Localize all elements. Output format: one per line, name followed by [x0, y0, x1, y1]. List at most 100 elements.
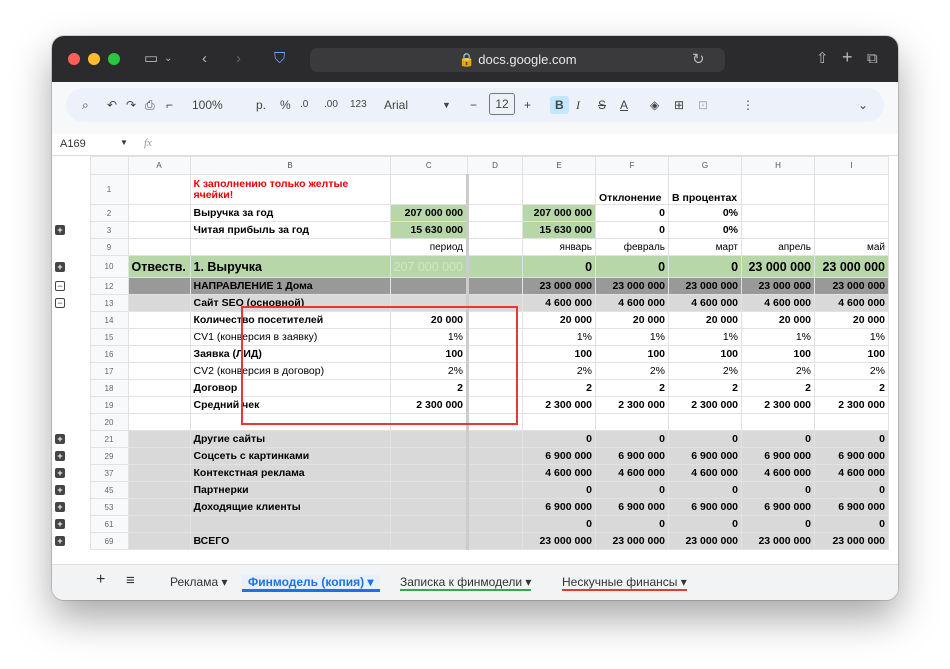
font-size-decrease[interactable]: − — [470, 96, 477, 114]
cell-a[interactable] — [127, 328, 191, 346]
cell-a[interactable] — [127, 204, 191, 222]
sheet-tab[interactable]: Реклама ▾ — [170, 575, 228, 589]
font-size-increase[interactable]: + — [524, 96, 531, 114]
cell-g[interactable]: В процентах — [668, 174, 743, 205]
cell-i[interactable] — [814, 204, 890, 222]
expand-group-icon[interactable]: + — [55, 261, 65, 272]
cell-i[interactable]: 23 000 000 — [814, 255, 890, 278]
cell-h[interactable]: 0 — [741, 481, 816, 499]
row-header[interactable]: 19 — [89, 396, 129, 414]
cell-h[interactable] — [741, 174, 816, 205]
strikethrough-button[interactable]: S — [598, 96, 606, 114]
col-header[interactable]: D — [467, 156, 524, 175]
cell-i[interactable]: 20 000 — [814, 311, 890, 329]
expand-group-icon[interactable]: + — [55, 451, 65, 461]
row-header[interactable]: 61 — [89, 515, 129, 533]
cell-a[interactable] — [127, 498, 191, 516]
cell-g[interactable] — [668, 413, 743, 431]
cell-e[interactable]: 2 300 000 — [522, 396, 597, 414]
fill-color-icon[interactable]: ◈ — [650, 96, 659, 114]
cell-h[interactable]: апрель — [741, 238, 816, 256]
col-header[interactable]: G — [668, 156, 743, 175]
cell-b[interactable]: Другие сайты — [189, 430, 391, 448]
cell-i[interactable]: 2% — [814, 362, 890, 380]
cell-h[interactable]: 6 900 000 — [741, 498, 816, 516]
cell-e[interactable]: январь — [522, 238, 597, 256]
row-header[interactable]: 12 — [89, 277, 129, 295]
cell-b[interactable]: 1. Выручка — [189, 255, 391, 278]
cell-h[interactable]: 4 600 000 — [741, 464, 816, 482]
cell-b[interactable]: ВСЕГО — [189, 532, 391, 550]
expand-group-icon[interactable]: + — [55, 519, 65, 529]
cell-d[interactable] — [466, 174, 524, 205]
cell-g[interactable]: 2% — [668, 362, 743, 380]
cell-f[interactable]: 20 000 — [595, 311, 670, 329]
undo-icon[interactable]: ↶ — [107, 96, 117, 114]
cell-i[interactable]: 2 300 000 — [814, 396, 890, 414]
cell-i[interactable] — [814, 174, 890, 205]
cell-h[interactable]: 2% — [741, 362, 816, 380]
cell-e[interactable]: 2% — [522, 362, 597, 380]
cell-d[interactable] — [466, 430, 524, 448]
row-header[interactable]: 16 — [89, 345, 129, 363]
row-header[interactable]: 15 — [89, 328, 129, 346]
cell-h[interactable]: 0 — [741, 515, 816, 533]
more-formats-button[interactable]: 123 — [350, 96, 367, 114]
cell-g[interactable]: 23 000 000 — [668, 277, 743, 295]
cell-d[interactable] — [466, 481, 524, 499]
cell-e[interactable]: 20 000 — [522, 311, 597, 329]
cell-h[interactable]: 1% — [741, 328, 816, 346]
cell-g[interactable]: 20 000 — [668, 311, 743, 329]
row-header[interactable]: 20 — [89, 413, 129, 431]
col-header[interactable]: C — [389, 156, 469, 175]
row-header[interactable]: 21 — [89, 430, 129, 448]
row-header[interactable]: 37 — [89, 464, 129, 482]
cell-b[interactable]: Соцсеть с картинками — [189, 447, 391, 465]
cell-e[interactable]: 23 000 000 — [522, 277, 597, 295]
col-header[interactable]: F — [595, 156, 670, 175]
cell-i[interactable]: 6 900 000 — [814, 498, 890, 516]
cell-i[interactable]: 6 900 000 — [814, 447, 890, 465]
row-header[interactable]: 9 — [89, 238, 129, 256]
cell-f[interactable]: 0 — [595, 255, 670, 278]
cell-a[interactable] — [127, 430, 191, 448]
sidebar-icon[interactable]: ▭ — [144, 49, 158, 69]
sheet-tab[interactable]: Нескучные финансы ▾ — [562, 575, 687, 591]
cell-a[interactable] — [127, 277, 191, 295]
cell-a[interactable] — [127, 532, 191, 550]
cell-g[interactable]: 4 600 000 — [668, 464, 743, 482]
font-select[interactable]: Arial — [384, 96, 408, 114]
cell-a[interactable]: Отвеств. — [127, 255, 191, 278]
redo-icon[interactable]: ↷ — [126, 96, 136, 114]
cell-a[interactable] — [127, 311, 191, 329]
cell-c[interactable] — [389, 277, 469, 295]
cell-i[interactable]: 1% — [814, 328, 890, 346]
cell-g[interactable]: 0 — [668, 430, 743, 448]
more-options-icon[interactable]: ⋮ — [742, 96, 754, 114]
expand-group-icon[interactable]: + — [55, 468, 65, 478]
zoom-window-button[interactable] — [108, 53, 120, 65]
cell-e[interactable]: 6 900 000 — [522, 447, 597, 465]
cell-g[interactable]: 0 — [668, 255, 743, 278]
col-header[interactable]: B — [189, 156, 391, 175]
borders-icon[interactable]: ⊞ — [674, 96, 684, 114]
cell-f[interactable]: 4 600 000 — [595, 294, 670, 312]
cell-g[interactable]: 2 300 000 — [668, 396, 743, 414]
row-header[interactable]: 13 — [89, 294, 129, 312]
cell-c[interactable]: 15 630 000 — [389, 221, 469, 239]
cell-f[interactable]: 0 — [595, 204, 670, 222]
collapse-group-icon[interactable]: − — [55, 298, 65, 308]
cell-g[interactable]: март — [668, 238, 743, 256]
cell-d[interactable] — [466, 532, 524, 550]
cell-a[interactable] — [127, 464, 191, 482]
cell-i[interactable]: 0 — [814, 481, 890, 499]
cell-g[interactable]: 23 000 000 — [668, 532, 743, 550]
cell-e[interactable]: 207 000 000 — [522, 204, 597, 222]
cell-i[interactable]: 0 — [814, 515, 890, 533]
merge-cells-icon[interactable]: ⊡ — [698, 96, 708, 114]
cell-f[interactable]: 6 900 000 — [595, 498, 670, 516]
text-color-button[interactable]: A — [620, 96, 628, 114]
cell-h[interactable]: 4 600 000 — [741, 294, 816, 312]
search-icon[interactable]: ⌕ — [82, 96, 89, 114]
row-header[interactable]: 18 — [89, 379, 129, 397]
